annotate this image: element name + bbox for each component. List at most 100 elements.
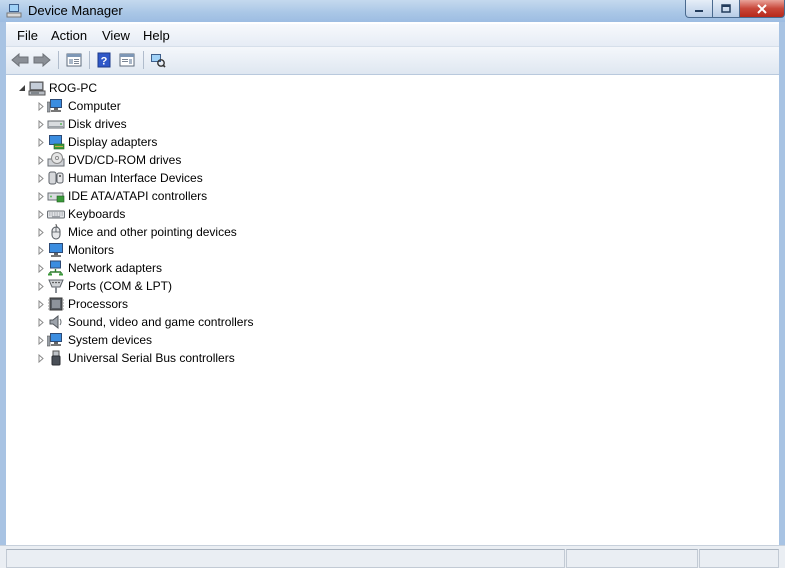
computer-icon bbox=[47, 98, 65, 114]
title-bar[interactable]: Device Manager bbox=[0, 0, 785, 22]
help-icon: ? bbox=[97, 52, 111, 68]
device-tree: ROG-PC Computer Disk drives Display adapte… bbox=[6, 77, 779, 541]
expand-arrow-icon[interactable] bbox=[36, 331, 45, 349]
port-icon bbox=[47, 278, 65, 294]
tree-item[interactable]: Sound, video and game controllers bbox=[36, 313, 253, 331]
help-button[interactable]: ? bbox=[94, 51, 114, 69]
scan-for-hardware-changes-button[interactable] bbox=[148, 51, 168, 69]
tree-item[interactable]: Monitors bbox=[36, 241, 114, 259]
tree-item[interactable]: Processors bbox=[36, 295, 128, 313]
ide-controller-icon bbox=[47, 188, 65, 204]
tree-item-label: Universal Serial Bus controllers bbox=[68, 351, 235, 365]
tree-root-node[interactable]: ROG-PC bbox=[17, 79, 97, 97]
console-tree-icon bbox=[66, 53, 82, 67]
status-bar bbox=[0, 545, 785, 568]
device-manager-icon bbox=[6, 3, 22, 22]
window-frame-right bbox=[779, 22, 785, 568]
mouse-icon bbox=[47, 224, 65, 240]
display-adapter-icon bbox=[47, 134, 65, 150]
forward-button[interactable] bbox=[32, 51, 52, 69]
tree-item[interactable]: IDE ATA/ATAPI controllers bbox=[36, 187, 207, 205]
tree-item-label: Monitors bbox=[68, 243, 115, 257]
tree-item[interactable]: Universal Serial Bus controllers bbox=[36, 349, 235, 367]
action-pane-button[interactable] bbox=[117, 51, 137, 69]
network-adapter-icon bbox=[47, 260, 65, 276]
forward-arrow-icon bbox=[33, 53, 51, 67]
expand-arrow-icon[interactable] bbox=[36, 187, 45, 205]
expand-arrow-icon[interactable] bbox=[36, 133, 45, 151]
menu-action[interactable]: Action bbox=[51, 28, 87, 43]
toolbar-separator bbox=[143, 51, 144, 69]
expand-arrow-icon[interactable] bbox=[36, 259, 45, 277]
hid-icon bbox=[47, 170, 65, 186]
tree-item-label: Display adapters bbox=[68, 135, 158, 149]
expand-arrow-icon[interactable] bbox=[36, 205, 45, 223]
expand-arrow-icon[interactable] bbox=[36, 169, 45, 187]
expand-arrow-icon[interactable] bbox=[36, 295, 45, 313]
status-pane-secondary bbox=[566, 549, 698, 568]
menu-help[interactable]: Help bbox=[143, 28, 170, 43]
tree-item-label: Computer bbox=[68, 99, 121, 113]
system-device-icon bbox=[47, 332, 65, 348]
close-icon bbox=[757, 3, 767, 14]
show-hide-console-tree-button[interactable] bbox=[64, 51, 84, 69]
back-arrow-icon bbox=[11, 53, 29, 67]
action-pane-icon bbox=[119, 53, 135, 67]
tree-item-label: Disk drives bbox=[68, 117, 127, 131]
expand-arrow-icon[interactable] bbox=[36, 349, 45, 367]
processor-icon bbox=[47, 296, 65, 312]
tree-item[interactable]: Display adapters bbox=[36, 133, 157, 151]
expand-arrow-icon[interactable] bbox=[36, 115, 45, 133]
window-title: Device Manager bbox=[28, 3, 123, 18]
svg-text:?: ? bbox=[101, 56, 108, 68]
tree-item[interactable]: Computer bbox=[36, 97, 121, 115]
menu-bar: File Action View Help bbox=[6, 24, 779, 47]
expand-arrow-icon[interactable] bbox=[36, 223, 45, 241]
keyboard-icon bbox=[47, 206, 65, 222]
tree-item-label: Ports (COM & LPT) bbox=[68, 279, 173, 293]
toolbar-separator bbox=[58, 51, 59, 69]
minimize-icon bbox=[695, 9, 703, 12]
maximize-button[interactable] bbox=[713, 0, 740, 18]
back-button[interactable] bbox=[10, 51, 30, 69]
tree-item-label: Sound, video and game controllers bbox=[68, 315, 254, 329]
tree-item-label: System devices bbox=[68, 333, 153, 347]
speaker-icon bbox=[47, 314, 65, 330]
disk-drive-icon bbox=[47, 116, 65, 132]
status-pane-main bbox=[6, 549, 565, 568]
tree-item-label: Processors bbox=[68, 297, 129, 311]
root-label: ROG-PC bbox=[49, 81, 97, 95]
expand-arrow-icon[interactable] bbox=[36, 313, 45, 331]
device-manager-window: Device Manager File Action View Help ? R… bbox=[0, 0, 785, 568]
tree-item-label: Human Interface Devices bbox=[68, 171, 203, 185]
tree-item[interactable]: System devices bbox=[36, 331, 152, 349]
expand-arrow-icon[interactable] bbox=[36, 277, 45, 295]
scan-hardware-icon bbox=[151, 54, 166, 68]
tree-item-label: Network adapters bbox=[68, 261, 163, 275]
tree-item[interactable]: Human Interface Devices bbox=[36, 169, 203, 187]
tree-item[interactable]: DVD/CD-ROM drives bbox=[36, 151, 181, 169]
expand-arrow-icon[interactable] bbox=[36, 241, 45, 259]
tree-item[interactable]: Mice and other pointing devices bbox=[36, 223, 237, 241]
close-button[interactable] bbox=[740, 0, 785, 18]
monitor-icon bbox=[47, 242, 65, 258]
menu-file[interactable]: File bbox=[17, 28, 38, 43]
tree-item[interactable]: Network adapters bbox=[36, 259, 162, 277]
toolbar: ? bbox=[6, 47, 779, 75]
maximize-icon bbox=[721, 4, 731, 13]
menu-view[interactable]: View bbox=[102, 28, 130, 43]
minimize-button[interactable] bbox=[685, 0, 713, 18]
expand-arrow-icon[interactable] bbox=[36, 151, 45, 169]
expand-arrow-icon[interactable] bbox=[36, 97, 45, 115]
tree-item-label: IDE ATA/ATAPI controllers bbox=[68, 189, 208, 203]
tree-item-label: DVD/CD-ROM drives bbox=[68, 153, 182, 167]
toolbar-separator bbox=[89, 51, 90, 69]
tree-item-label: Keyboards bbox=[68, 207, 126, 221]
tree-item[interactable]: Disk drives bbox=[36, 115, 127, 133]
collapse-arrow-icon[interactable] bbox=[17, 79, 26, 97]
status-pane-tertiary bbox=[699, 549, 779, 568]
tree-item[interactable]: Keyboards bbox=[36, 205, 125, 223]
usb-icon bbox=[47, 350, 65, 366]
tree-item[interactable]: Ports (COM & LPT) bbox=[36, 277, 172, 295]
tree-item-label: Mice and other pointing devices bbox=[68, 225, 237, 239]
